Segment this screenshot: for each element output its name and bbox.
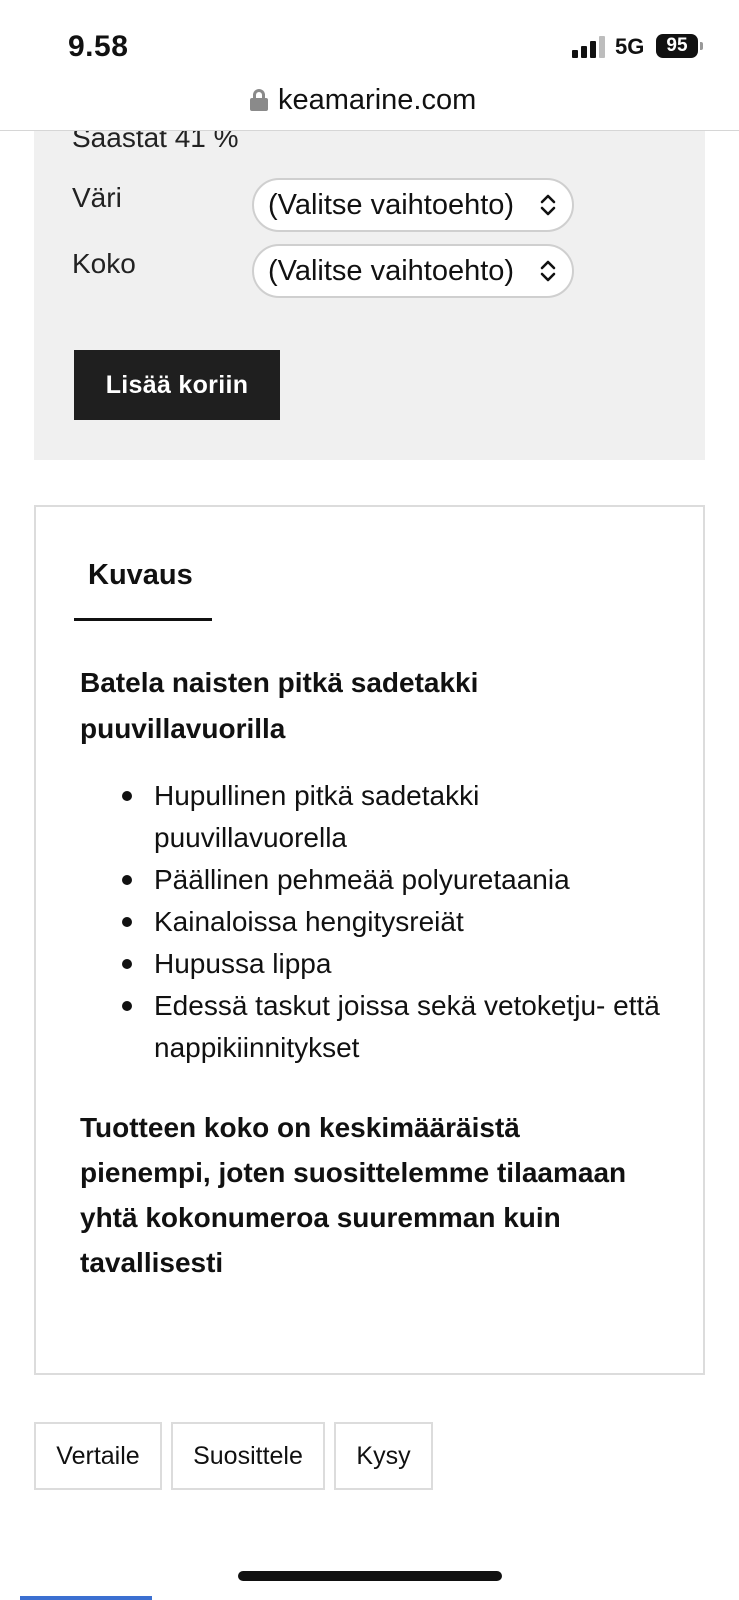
compare-button[interactable]: Vertaile xyxy=(34,1422,162,1490)
feature-list-item: Edessä taskut joissa sekä vetoketju- ett… xyxy=(80,985,680,1069)
product-options-panel: Säästät 41 % Väri (Valitse vaihtoehto) K… xyxy=(34,100,705,460)
home-indicator[interactable] xyxy=(238,1571,502,1581)
tab-description[interactable]: Kuvaus xyxy=(88,559,193,592)
battery-tip xyxy=(700,42,703,50)
size-note: Tuotteen koko on keskimääräistä pienempi… xyxy=(80,1112,627,1278)
feature-list-item: Hupullinen pitkä sadetakki puuvillavuore… xyxy=(80,775,680,859)
chevron-up-down-icon xyxy=(540,260,556,282)
feature-list-item: Kainaloissa hengitysreiät xyxy=(80,901,680,943)
color-label: Väri xyxy=(72,182,122,213)
color-select-value: (Valitse vaihtoehto) xyxy=(268,188,515,221)
network-type: 5G xyxy=(615,34,645,59)
size-select-value: (Valitse vaihtoehto) xyxy=(268,254,515,287)
add-to-cart-button[interactable]: Lisää koriin xyxy=(74,350,280,420)
url-text: keamarine.com xyxy=(278,83,477,116)
recommend-button[interactable]: Suosittele xyxy=(171,1422,325,1490)
ask-button[interactable]: Kysy xyxy=(334,1422,433,1490)
color-select[interactable]: (Valitse vaihtoehto) xyxy=(252,178,574,232)
description-box: Kuvaus Batela naisten pitkä sadetakki pu… xyxy=(34,505,705,1375)
feature-list-item: Hupussa lippa xyxy=(80,943,680,985)
cellular-signal-icon xyxy=(572,36,606,58)
browser-address-bar[interactable]: keamarine.com xyxy=(0,78,739,131)
lock-icon xyxy=(250,89,268,111)
size-label: Koko xyxy=(72,248,136,279)
battery-icon: 95 xyxy=(656,34,698,58)
chevron-up-down-icon xyxy=(540,194,556,216)
size-select[interactable]: (Valitse vaihtoehto) xyxy=(252,244,574,298)
description-heading: Batela naisten pitkä sadetakki puuvillav… xyxy=(80,667,479,744)
status-bar: 9.58 5G 95 xyxy=(0,0,739,78)
status-time: 9.58 xyxy=(68,30,129,63)
feature-list: Hupullinen pitkä sadetakki puuvillavuore… xyxy=(80,775,680,1069)
bottom-edge-element xyxy=(20,1596,152,1600)
feature-list-item: Päällinen pehmeää polyuretaania xyxy=(80,859,680,901)
active-tab-underline xyxy=(74,618,212,621)
